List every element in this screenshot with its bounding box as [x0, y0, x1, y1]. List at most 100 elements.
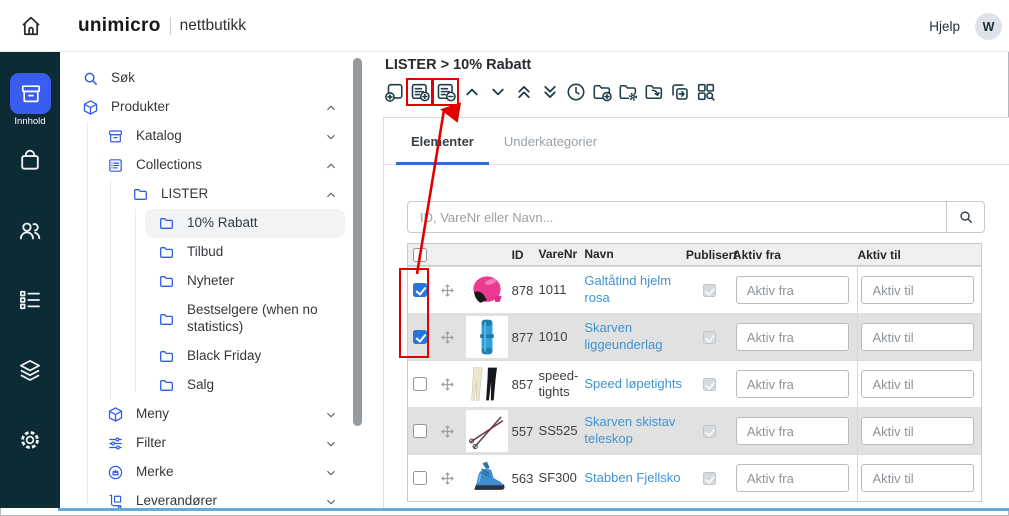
- bottom-accent-line: [58, 508, 1009, 511]
- nav-item-10-rabatt[interactable]: 10% Rabatt: [145, 209, 345, 238]
- drag-handle-icon[interactable]: [439, 282, 456, 299]
- checklist-icon[interactable]: [17, 287, 43, 313]
- folder-move-icon[interactable]: [643, 81, 665, 103]
- nav-item-nyheter[interactable]: Nyheter: [60, 267, 383, 296]
- product-image-boot: [466, 457, 508, 499]
- app-window: unimicro nettbutikk Hjelp W Innhold Søk …: [0, 0, 1009, 516]
- search-button[interactable]: [946, 202, 984, 232]
- nav-item-leverandorer[interactable]: Leverandører: [60, 487, 383, 508]
- drag-handle-icon[interactable]: [439, 470, 456, 487]
- gear-icon[interactable]: [17, 427, 43, 453]
- folder-add-icon[interactable]: [591, 81, 613, 103]
- add-element-icon[interactable]: [383, 81, 405, 103]
- breadcrumb: LISTER > 10% Rabatt: [385, 57, 531, 73]
- chevron-down-icon[interactable]: [325, 438, 337, 450]
- move-to-bottom-icon[interactable]: [539, 81, 561, 103]
- folder-icon: [158, 215, 175, 232]
- copy-to-icon[interactable]: [669, 81, 691, 103]
- row-id: 563: [512, 471, 539, 486]
- badge-icon: [107, 464, 124, 481]
- move-to-top-icon[interactable]: [513, 81, 535, 103]
- folder-icon: [158, 273, 175, 290]
- nav-item-salg[interactable]: Salg: [60, 371, 383, 400]
- nav-item-tilbud[interactable]: Tilbud: [60, 238, 383, 267]
- aktiv-fra-input[interactable]: [736, 323, 849, 351]
- aktiv-til-input[interactable]: [861, 323, 974, 351]
- history-icon[interactable]: [565, 81, 587, 103]
- product-link[interactable]: Speed løpetights: [584, 376, 682, 391]
- column-header-varenr: VareNr: [538, 247, 584, 261]
- nav-scrollbar[interactable]: [353, 58, 362, 426]
- list-remove-icon[interactable]: [435, 81, 457, 103]
- handtruck-icon: [107, 493, 124, 508]
- sidebar-item-innhold[interactable]: [10, 73, 51, 114]
- aktiv-til-input[interactable]: [861, 417, 974, 445]
- chevron-down-icon[interactable]: [325, 131, 337, 143]
- nav-item-lister[interactable]: LISTER: [60, 180, 383, 209]
- aktiv-fra-input[interactable]: [736, 276, 849, 304]
- aktiv-fra-input[interactable]: [736, 370, 849, 398]
- brand-name: unimicro: [78, 15, 161, 37]
- row-checkbox[interactable]: [413, 424, 427, 438]
- folder-icon: [158, 377, 175, 394]
- list-add-icon[interactable]: [409, 81, 431, 103]
- search-input[interactable]: [408, 202, 946, 232]
- row-checkbox[interactable]: [413, 377, 427, 391]
- home-icon[interactable]: [18, 13, 44, 39]
- drag-handle-icon[interactable]: [439, 423, 456, 440]
- aktiv-fra-input[interactable]: [736, 464, 849, 492]
- nav-item-filter[interactable]: Filter: [60, 429, 383, 458]
- row-varenr: speed-tights: [539, 368, 585, 399]
- move-down-icon[interactable]: [487, 81, 509, 103]
- tab-elementer[interactable]: Elementer: [396, 118, 489, 164]
- nav-item-katalog[interactable]: Katalog: [60, 122, 383, 151]
- product-link[interactable]: Galtåtind hjelm rosa: [584, 273, 671, 305]
- nav-item-black-friday[interactable]: Black Friday: [60, 342, 383, 371]
- row-checkbox[interactable]: [413, 283, 427, 297]
- product-link[interactable]: Skarven skistav teleskop: [584, 414, 675, 446]
- shopping-bag-icon[interactable]: [17, 147, 43, 173]
- drag-handle-icon[interactable]: [439, 329, 456, 346]
- search-bar: [407, 201, 985, 233]
- archive-icon: [107, 128, 124, 145]
- nav-item-meny[interactable]: Meny: [60, 400, 383, 429]
- search-icon: [958, 209, 974, 225]
- row-checkbox[interactable]: [413, 471, 427, 485]
- folder-settings-icon[interactable]: [617, 81, 639, 103]
- chevron-down-icon[interactable]: [325, 496, 337, 508]
- archive-icon: [19, 82, 43, 106]
- nav-item-produkter[interactable]: Produkter: [60, 93, 383, 122]
- help-link[interactable]: Hjelp: [929, 19, 960, 34]
- aktiv-til-input[interactable]: [861, 370, 974, 398]
- product-link[interactable]: Skarven liggeunderlag: [584, 320, 662, 352]
- aktiv-fra-input[interactable]: [736, 417, 849, 445]
- chevron-down-icon[interactable]: [325, 467, 337, 479]
- nav-item-sok[interactable]: Søk: [60, 64, 383, 93]
- aktiv-til-input[interactable]: [861, 276, 974, 304]
- table-row: 557 SS525 Skarven skistav teleskop: [408, 407, 981, 454]
- folder-icon: [132, 186, 149, 203]
- nav-item-merke[interactable]: Merke: [60, 458, 383, 487]
- move-up-icon[interactable]: [461, 81, 483, 103]
- drag-handle-icon[interactable]: [439, 376, 456, 393]
- tab-underkategorier[interactable]: Underkategorier: [489, 118, 612, 164]
- product-image-helmet: [466, 269, 508, 311]
- product-image-tights: [466, 363, 508, 405]
- aktiv-til-input[interactable]: [861, 464, 974, 492]
- grid-search-icon[interactable]: [695, 81, 717, 103]
- layers-icon[interactable]: [17, 357, 43, 383]
- chevron-up-icon[interactable]: [325, 160, 337, 172]
- select-all-checkbox[interactable]: [413, 248, 427, 262]
- table-row: 857 speed-tights Speed løpetights: [408, 360, 981, 407]
- chevron-up-icon[interactable]: [325, 189, 337, 201]
- chevron-down-icon[interactable]: [325, 409, 337, 421]
- avatar[interactable]: W: [975, 13, 1002, 40]
- nav-item-collections[interactable]: Collections: [60, 151, 383, 180]
- chevron-up-icon[interactable]: [325, 102, 337, 114]
- folder-icon: [158, 348, 175, 365]
- row-checkbox[interactable]: [413, 330, 427, 344]
- product-link[interactable]: Stabben Fjellsko: [584, 470, 680, 485]
- publisert-checkbox: [703, 425, 716, 438]
- nav-item-bestselgere[interactable]: Bestselgere (when no statistics): [60, 296, 383, 342]
- users-icon[interactable]: [17, 217, 43, 243]
